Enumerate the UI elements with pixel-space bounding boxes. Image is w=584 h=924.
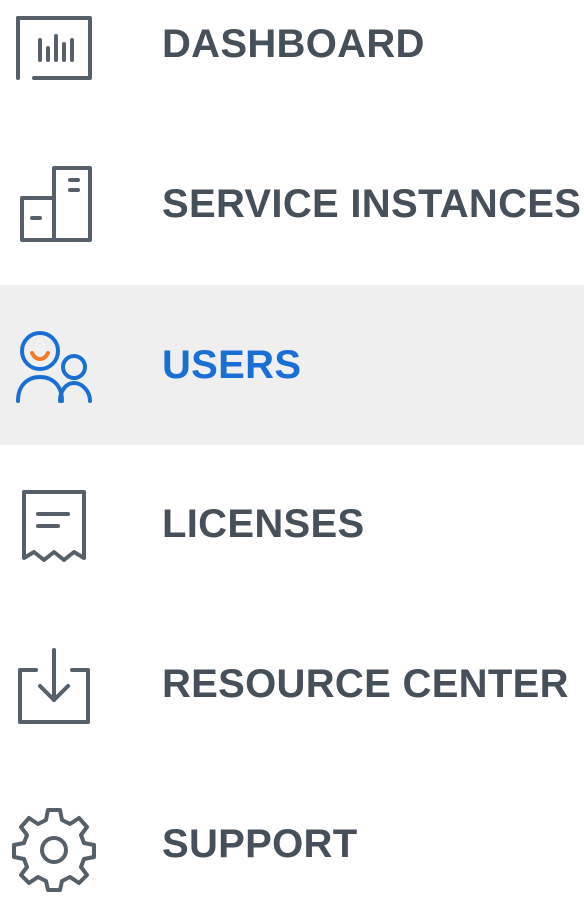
sidebar-item-service-instances[interactable]: SERVICE INSTANCES [0,124,584,284]
sidebar-item-label: LICENSES [162,502,365,546]
sidebar-item-licenses[interactable]: LICENSES [0,444,584,604]
sidebar-item-label: RESOURCE CENTER [162,662,569,706]
sidebar-item-label: SERVICE INSTANCES [162,182,582,226]
sidebar-nav: DASHBOARD SERVICE INSTANCES USERS LICENS… [0,0,584,892]
resource-center-icon [12,642,96,726]
sidebar-item-label: SUPPORT [162,822,358,866]
users-icon [12,323,96,407]
dashboard-icon [12,2,96,86]
sidebar-item-support[interactable]: SUPPORT [0,764,584,924]
sidebar-item-label: USERS [162,343,302,387]
sidebar-item-dashboard[interactable]: DASHBOARD [0,0,584,124]
sidebar-item-users[interactable]: USERS [0,285,584,445]
support-icon [12,802,96,892]
licenses-icon [12,482,96,566]
sidebar-item-label: DASHBOARD [162,22,425,66]
service-instances-icon [12,162,96,246]
sidebar-item-resource-center[interactable]: RESOURCE CENTER [0,604,584,764]
